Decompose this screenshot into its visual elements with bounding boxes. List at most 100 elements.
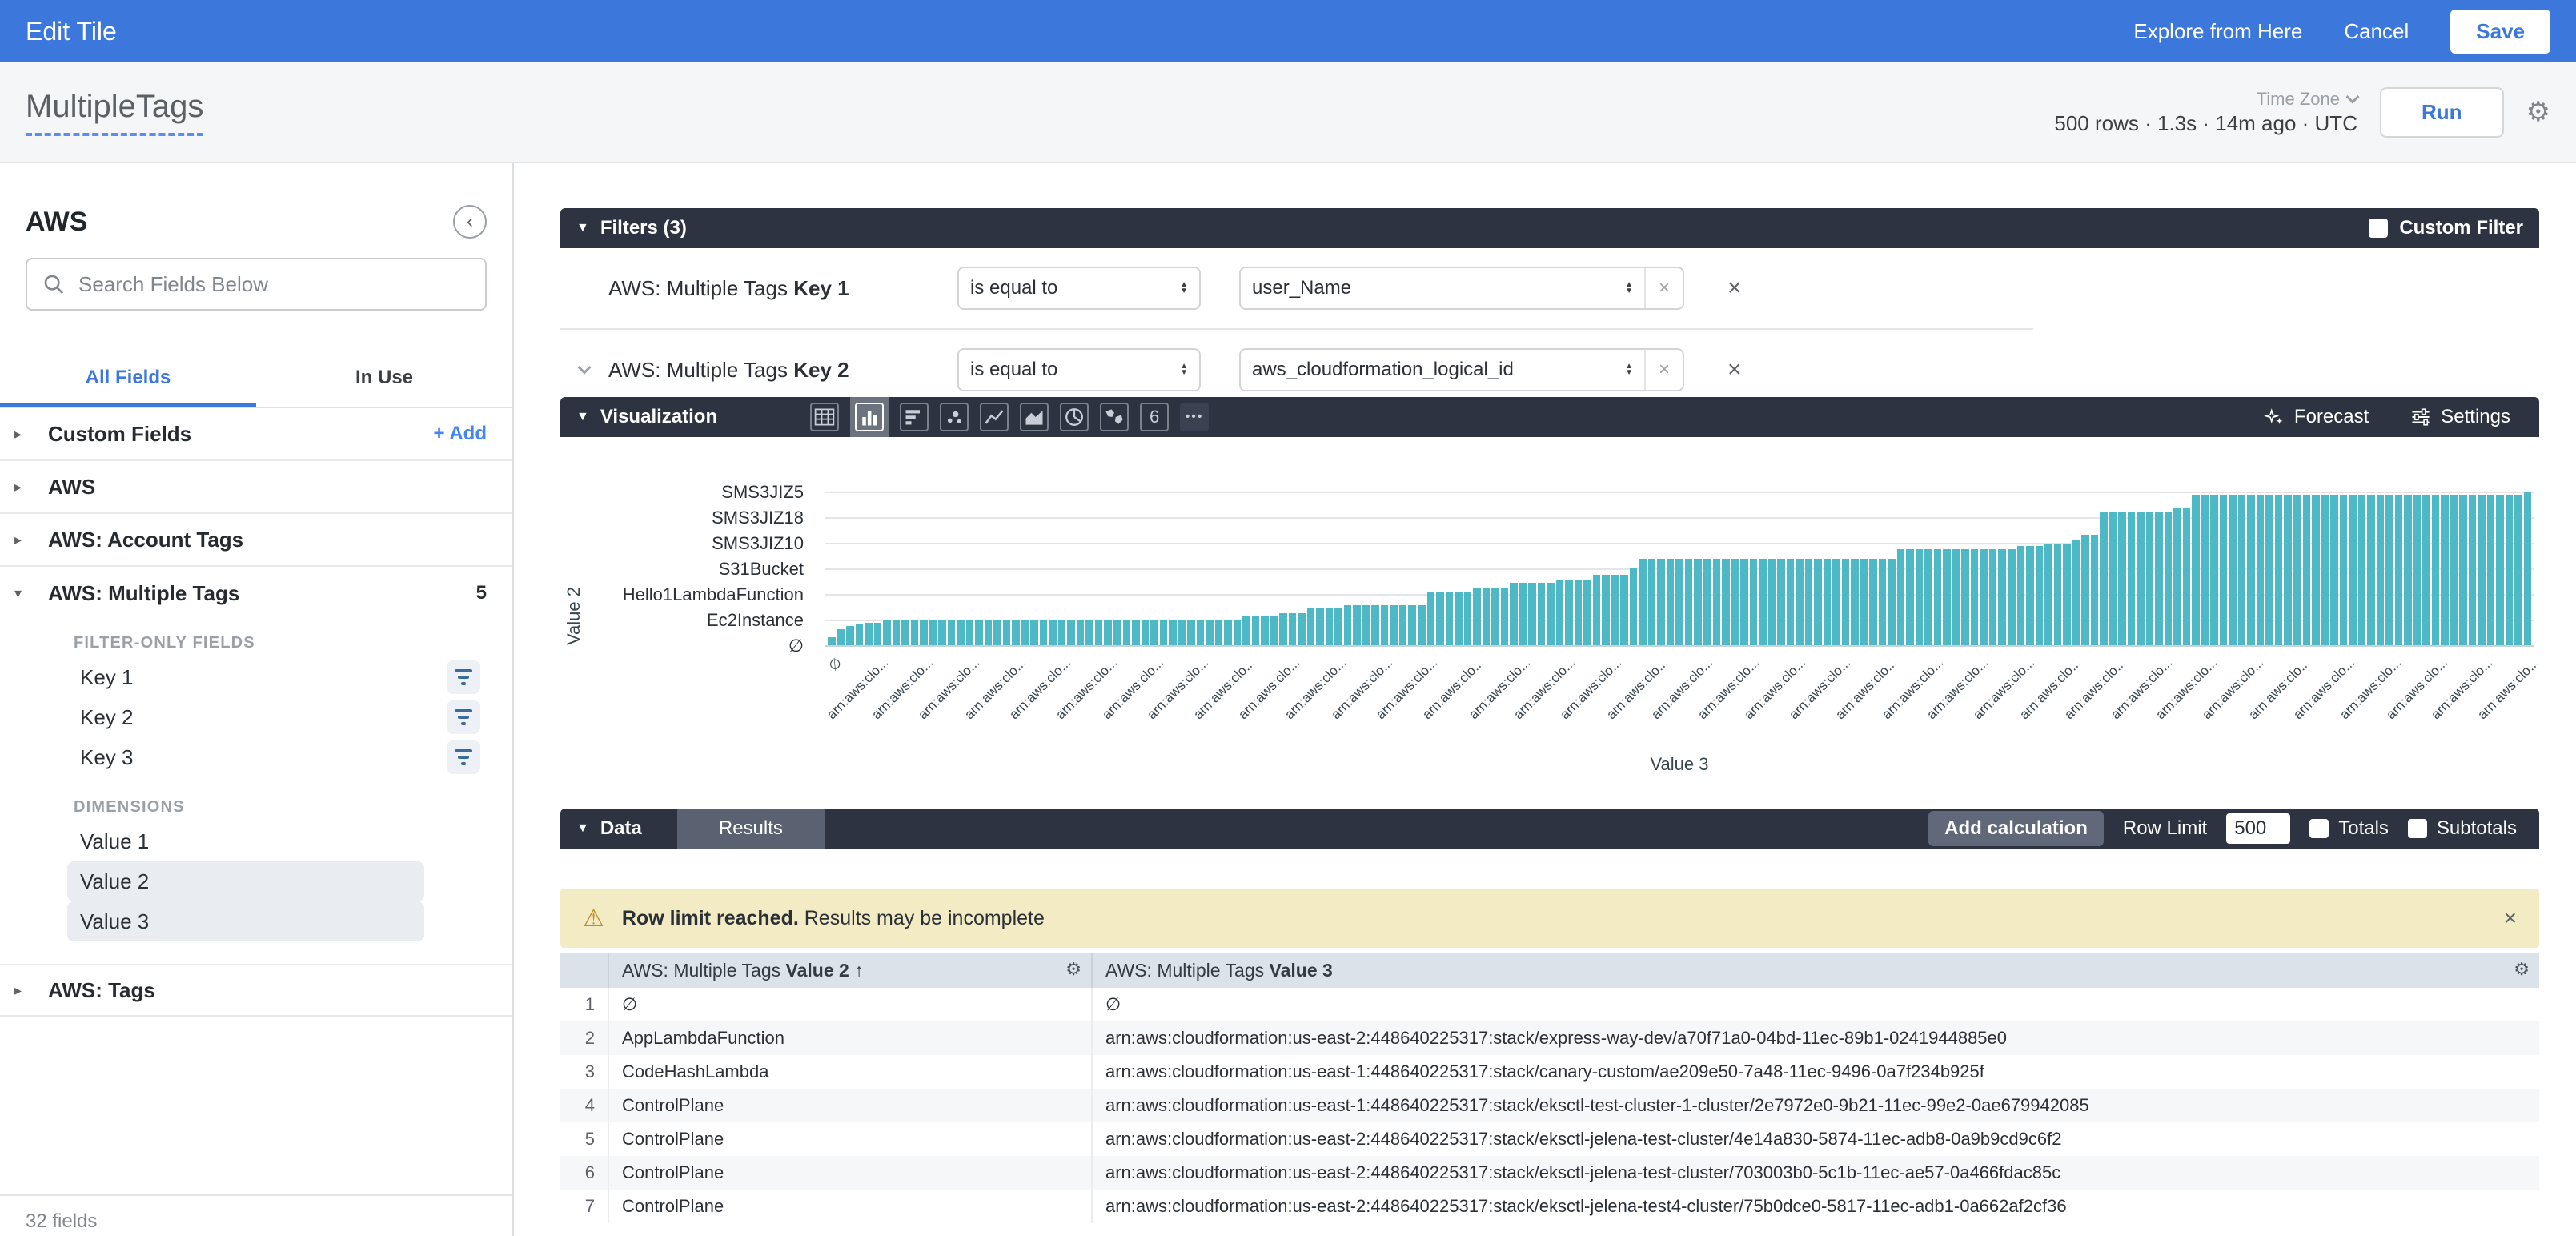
chart-bar[interactable] <box>901 620 909 645</box>
dismiss-warning-icon[interactable]: × <box>2504 905 2517 931</box>
chart-bar[interactable] <box>883 620 891 645</box>
chart-bar[interactable] <box>1446 592 1454 645</box>
field-key-3[interactable]: Key 3 <box>67 737 487 777</box>
chart-bar[interactable] <box>2137 512 2145 645</box>
chart-bar[interactable] <box>1731 559 1739 645</box>
chart-bar[interactable] <box>2395 495 2403 645</box>
chart-bar[interactable] <box>1713 559 1721 645</box>
chart-bar[interactable] <box>2063 544 2071 645</box>
chart-bar[interactable] <box>1796 559 1804 645</box>
column-header-value-2[interactable]: AWS: Multiple Tags Value 2 ↑ ⚙ <box>608 953 1092 988</box>
chart-bar[interactable] <box>1510 583 1518 645</box>
chart-bar[interactable] <box>865 623 873 645</box>
chart-bar[interactable] <box>1989 549 1997 645</box>
chart-bar[interactable] <box>2358 495 2366 645</box>
chart-bar[interactable] <box>1187 620 1195 645</box>
chart-bar[interactable] <box>1455 592 1463 645</box>
chart-bar[interactable] <box>1095 620 1103 645</box>
chart-bar[interactable] <box>2072 540 2080 645</box>
column-header-value-3[interactable]: AWS: Multiple Tags Value 3 ⚙ <box>1092 953 2539 988</box>
chart-bar[interactable] <box>1851 559 1859 645</box>
chart-bar[interactable] <box>2173 508 2181 645</box>
row-limit-input[interactable] <box>2226 813 2290 844</box>
chart-bar[interactable] <box>1464 592 1472 645</box>
chart-bar[interactable] <box>938 620 946 645</box>
chart-bar[interactable] <box>2303 495 2311 645</box>
chevron-down-icon[interactable] <box>578 361 592 375</box>
chart-bar[interactable] <box>2146 512 2154 645</box>
table-cell-value3[interactable]: ∅ <box>1092 988 2539 1021</box>
chart-bar[interactable] <box>1206 620 1214 645</box>
sidebar-item-aws-account-tags[interactable]: ▸ AWS: Account Tags <box>0 514 512 567</box>
subtotals-checkbox[interactable] <box>2408 819 2427 838</box>
add-calculation-button[interactable]: Add calculation <box>1928 811 2104 846</box>
chart-bar[interactable] <box>1390 605 1398 645</box>
viz-pie-chart-icon[interactable] <box>1060 403 1089 431</box>
viz-more-icon[interactable]: ••• <box>1180 403 1209 431</box>
query-settings-gear-icon[interactable]: ⚙ <box>2526 98 2550 126</box>
chart-bar[interactable] <box>1519 583 1527 645</box>
chart-bar[interactable] <box>2441 495 2449 645</box>
chart-bar[interactable] <box>1371 605 1379 645</box>
chart-bar[interactable] <box>1611 575 1619 645</box>
chart-bar[interactable] <box>2100 512 2108 645</box>
collapse-arrow-icon[interactable]: ▼ <box>576 221 589 235</box>
chart-bar[interactable] <box>1316 608 1324 645</box>
chart-bar[interactable] <box>1860 559 1868 645</box>
chart-bar[interactable] <box>1123 620 1131 645</box>
chart-bar[interactable] <box>2008 549 2016 645</box>
chart-bar[interactable] <box>2183 508 2191 645</box>
chart-bar[interactable] <box>1040 620 1048 645</box>
remove-filter-icon[interactable]: × <box>1727 356 1742 383</box>
chart-bar[interactable] <box>2469 495 2477 645</box>
chart-bar[interactable] <box>2044 544 2052 645</box>
chart-bar[interactable] <box>1547 583 1555 645</box>
filter-value-select[interactable]: aws_cloudformation_logical_id ▲▼ <box>1241 350 1644 390</box>
viz-table-icon[interactable] <box>810 403 839 431</box>
chart-bar[interactable] <box>1215 620 1223 645</box>
chart-bar[interactable] <box>1980 549 1988 645</box>
chart-bar[interactable] <box>1021 620 1029 645</box>
chart-bar[interactable] <box>1556 580 1564 645</box>
table-cell-value3[interactable]: arn:aws:cloudformation:us-east-2:4486402… <box>1092 1122 2539 1156</box>
chart-bar[interactable] <box>1630 568 1638 645</box>
chart-bar[interactable] <box>1113 620 1121 645</box>
add-custom-field-button[interactable]: + Add <box>434 423 487 445</box>
filter-operator-select[interactable]: is equal to ▲▼ <box>957 267 1201 310</box>
chart-bar[interactable] <box>1289 613 1297 645</box>
chart-bar[interactable] <box>920 620 928 645</box>
chart-bar[interactable] <box>2192 495 2200 645</box>
chart-bar[interactable] <box>2229 495 2237 645</box>
query-title[interactable]: MultipleTags <box>26 89 203 136</box>
column-gear-icon[interactable]: ⚙ <box>2514 959 2530 980</box>
chart-bar[interactable] <box>1703 559 1711 645</box>
chart-bar[interactable] <box>1777 559 1785 645</box>
chart-bar[interactable] <box>2081 535 2089 645</box>
chart-bar[interactable] <box>1491 588 1499 645</box>
chart-bar[interactable] <box>985 620 993 645</box>
chart-bar[interactable] <box>1381 605 1389 645</box>
expand-arrow-icon[interactable]: ▸ <box>14 479 37 496</box>
chart-bar[interactable] <box>1740 559 1748 645</box>
expand-arrow-icon[interactable]: ▸ <box>14 982 37 999</box>
chart-bar[interactable] <box>1270 616 1278 645</box>
chart-bar[interactable] <box>957 620 965 645</box>
chart-bar[interactable] <box>1142 620 1150 645</box>
clear-value-icon[interactable]: × <box>1644 350 1683 390</box>
chart-bar[interactable] <box>1538 583 1546 645</box>
custom-filter-checkbox[interactable] <box>2369 219 2388 238</box>
chart-bar[interactable] <box>1620 575 1628 645</box>
chart-bar[interactable] <box>2385 495 2393 645</box>
chart-bar[interactable] <box>1842 559 1850 645</box>
cancel-button[interactable]: Cancel <box>2344 19 2409 44</box>
chart-bar[interactable] <box>1934 549 1942 645</box>
chart-bar[interactable] <box>2257 495 2265 645</box>
table-cell-value3[interactable]: arn:aws:cloudformation:us-east-2:4486402… <box>1092 1190 2539 1223</box>
chart-bar[interactable] <box>2284 495 2292 645</box>
chart-bar[interactable] <box>2422 495 2430 645</box>
table-cell-value2[interactable]: CodeHashLambda <box>608 1055 1092 1089</box>
chart-bar[interactable] <box>2321 495 2329 645</box>
chart-bar[interactable] <box>828 637 836 645</box>
timezone-dropdown[interactable]: Time Zone <box>2257 89 2357 110</box>
table-cell-value2[interactable]: ∅ <box>608 988 1092 1021</box>
